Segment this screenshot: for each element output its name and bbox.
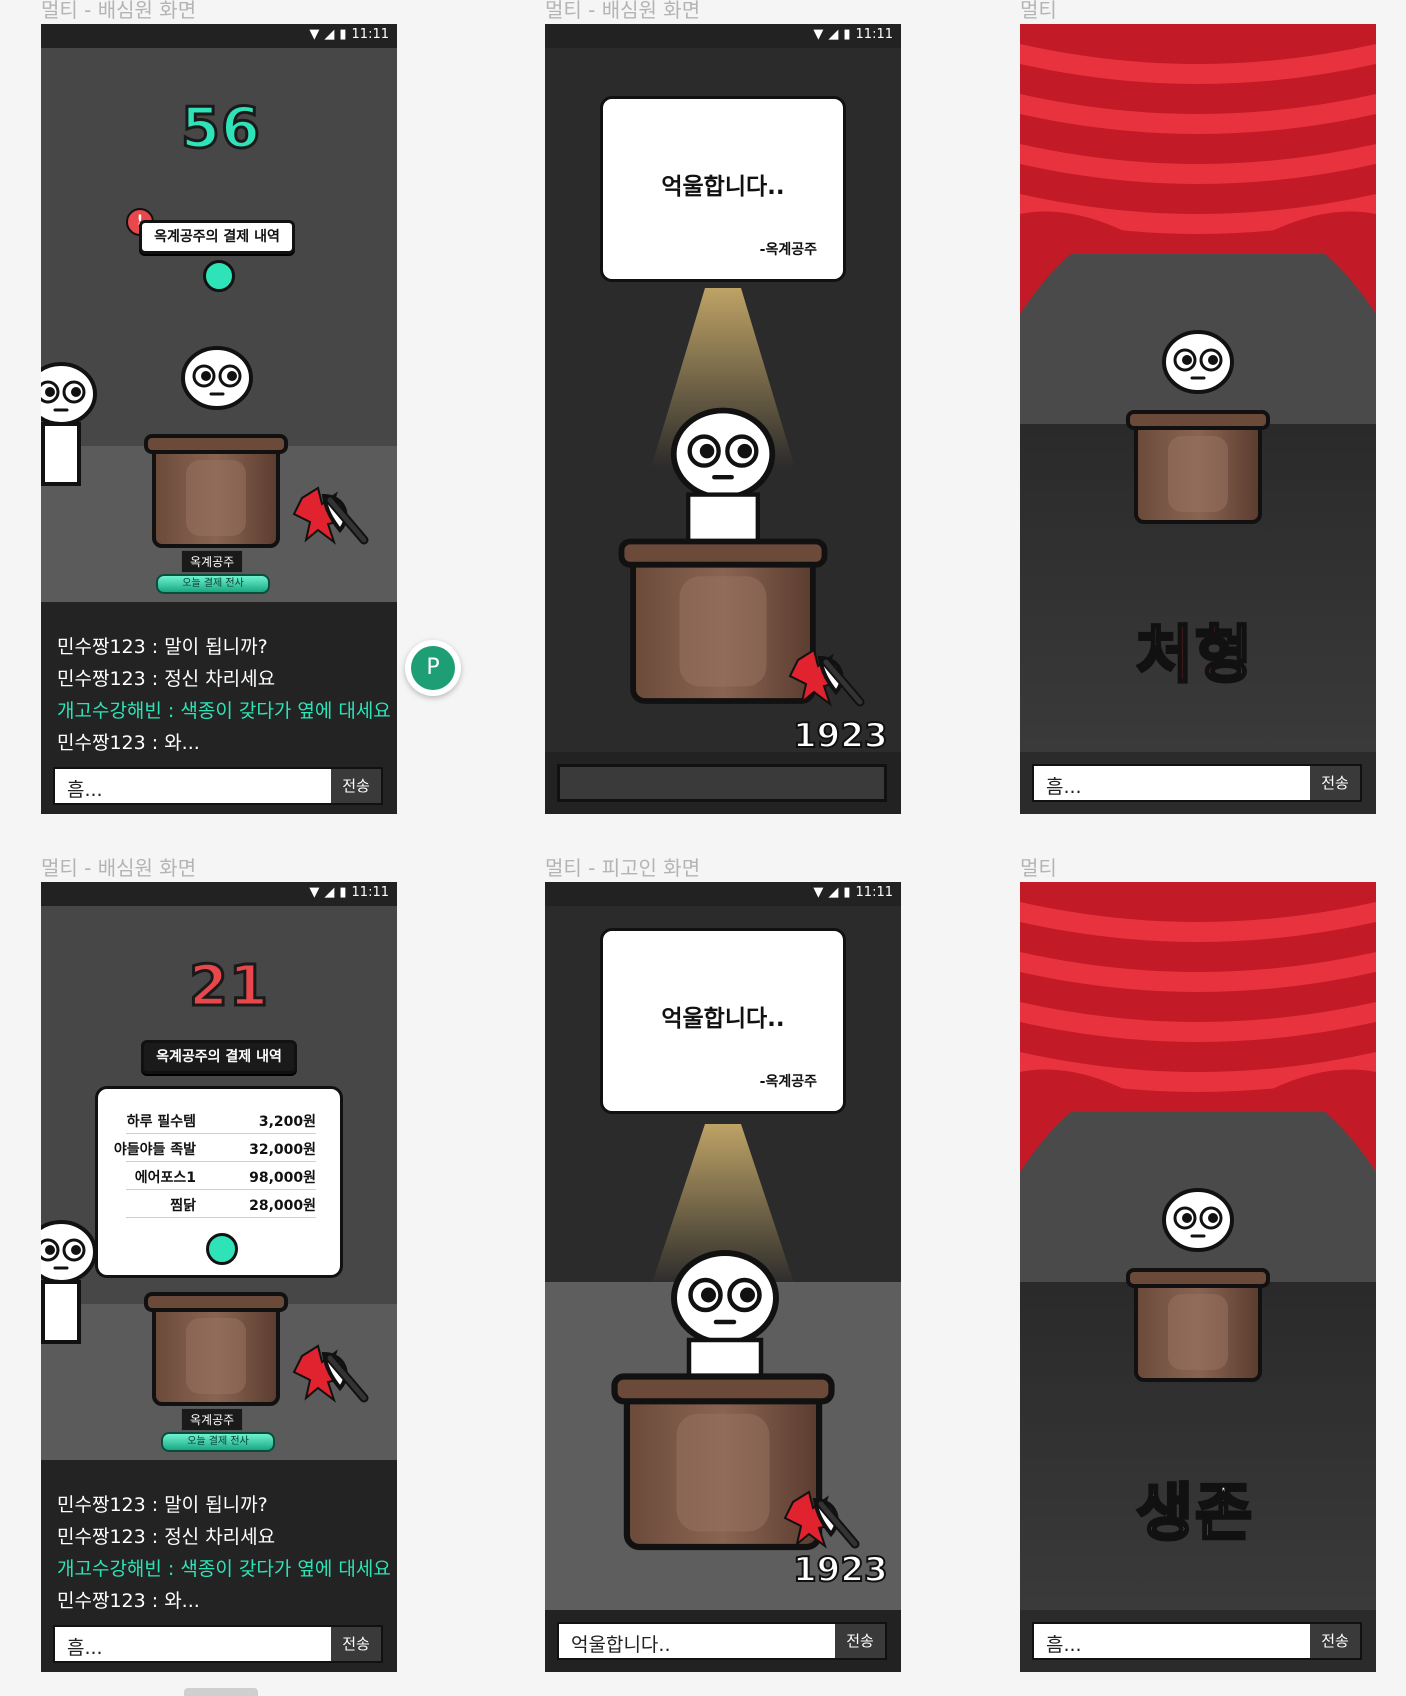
jury-screen-1: ▼◢▮11:11 56 ! 옥계공주의 결제 내역 옥계공주 오늘 결제 전사 … — [41, 24, 397, 814]
chat-input-value[interactable]: 흠... — [67, 775, 103, 802]
payment-row: 찜닭 28,000원 — [126, 1191, 316, 1218]
speech-author: -옥계공주 — [759, 1074, 817, 1090]
input-area: 흠... 전송 — [1020, 752, 1376, 814]
clock: 11:11 — [351, 27, 389, 42]
spotlight-scene: 억울합니다.. -옥계공주 1923 — [545, 906, 901, 1610]
chat-message: 민수짱123 : 말이 됩니까? — [57, 636, 268, 658]
jury-screen-2: ▼ ◢ ▮ 11:11 21 옥계공주의 결제 내역 하루 필수템 3,200원 야들야… — [41, 882, 397, 1672]
send-button[interactable]: 전송 — [835, 1624, 885, 1658]
battery-icon: ▮ — [339, 885, 347, 900]
input-area: 흠... 전송 — [1020, 1610, 1376, 1672]
input-area: 억울합니다.. 전송 — [545, 1610, 901, 1672]
title-badge: 오늘 결제 전사 — [161, 1432, 275, 1452]
chat-message-highlight: 개고수강해빈 : 색종이 갖다가 옆에 대세요 — [57, 1558, 391, 1580]
frame-label: 멀티 - 배심원 화면 — [41, 856, 197, 880]
chat-input[interactable]: 억울합니다.. 전송 — [557, 1622, 887, 1660]
payment-row: 에어포스1 98,000원 — [126, 1163, 316, 1190]
chat-message: 민수짱123 : 말이 됩니까? — [57, 1494, 268, 1516]
scroll-handle[interactable] — [184, 1688, 258, 1696]
frame-label: 멀티 - 배심원 화면 — [545, 0, 701, 22]
speech-text: 억울합니다.. — [661, 1006, 785, 1032]
chat-panel: 민수짱123 : 말이 됩니까? 민수짱123 : 정신 차리세요 개고수강해빈… — [41, 602, 397, 814]
signal-icon: ◢ — [828, 885, 839, 900]
chat-message: 민수짱123 : 정신 차리세요 — [57, 668, 276, 690]
send-button[interactable]: 전송 — [331, 769, 381, 803]
clock: 11:11 — [855, 885, 893, 900]
send-button[interactable]: 전송 — [1310, 766, 1360, 800]
speech-text: 억울합니다.. — [661, 174, 785, 200]
payment-row: 하루 필수템 3,200원 — [126, 1107, 316, 1134]
smile-icon[interactable] — [203, 260, 235, 292]
chat-message-highlight: 개고수강해빈 : 색종이 갖다가 옆에 대세요 — [57, 700, 391, 722]
vote-count: 1923 — [792, 1549, 889, 1591]
payment-list-popup: 하루 필수템 3,200원 야들야들 족발 32,000원 에어포스1 98,000원… — [95, 1086, 343, 1278]
chat-input-value[interactable]: 억울합니다.. — [571, 1630, 670, 1657]
defendant-name: 옥계공주 — [181, 550, 244, 573]
clock: 11:11 — [855, 27, 893, 42]
chat-input[interactable]: 흠... 전송 — [1032, 764, 1362, 802]
defendant-name: 옥계공주 — [181, 1408, 244, 1431]
chat-input-value[interactable]: 흠... — [1046, 1630, 1082, 1657]
status-bar: ▼ ◢ ▮ 11:11 — [41, 24, 397, 48]
battery-icon: ▮ — [843, 885, 851, 900]
send-button[interactable]: 전송 — [1310, 1624, 1360, 1658]
clock: 11:11 — [351, 885, 389, 900]
wifi-icon: ▼ — [813, 27, 824, 42]
payment-history-button[interactable]: 옥계공주의 결제 내역 — [139, 220, 295, 254]
verdict-text: 생존 — [1134, 1475, 1255, 1551]
battery-icon: ▮ — [339, 27, 347, 42]
timer: 56 — [180, 95, 262, 163]
chat-message: 민수짱123 : 와... — [57, 1590, 200, 1612]
payment-row: 야들야들 족발 32,000원 — [114, 1135, 316, 1162]
title-badge: 오늘 결제 전사 — [156, 574, 270, 594]
status-bar: ▼ ◢ ▮ 11:11 — [41, 882, 397, 906]
court-scene: 56 ! 옥계공주의 결제 내역 옥계공주 오늘 결제 전사 — [41, 48, 397, 602]
status-bar: ▼ ◢ ▮ 11:11 — [545, 24, 901, 48]
chat-input[interactable]: 흠... 전송 — [53, 1625, 383, 1663]
wifi-icon: ▼ — [309, 885, 320, 900]
input-area — [545, 752, 901, 814]
send-button[interactable]: 전송 — [331, 1627, 381, 1661]
frame-label: 멀티 — [1020, 856, 1057, 880]
spotlight-scene: 억울합니다.. -옥계공주 1923 — [545, 48, 901, 776]
vote-count: 1923 — [792, 715, 889, 757]
chat-input-value[interactable]: 흠... — [1046, 772, 1082, 799]
signal-icon: ◢ — [828, 27, 839, 42]
chat-input-value[interactable]: 흠... — [67, 1633, 103, 1660]
result-screen-survival: 생존 흠... 전송 — [1020, 882, 1376, 1672]
avatar-button[interactable]: P — [405, 640, 461, 696]
speech-bubble: 억울합니다.. -옥계공주 — [600, 928, 846, 1114]
chat-input-disabled — [557, 764, 887, 802]
defendant-screen-2: ▼ ◢ ▮ 11:11 억울합니다.. -옥계공주 1923 억울합니다.. 전송 — [545, 882, 901, 1672]
signal-icon: ◢ — [324, 27, 335, 42]
chat-message: 민수짱123 : 정신 차리세요 — [57, 1526, 276, 1548]
wifi-icon: ▼ — [813, 885, 824, 900]
timer: 21 — [188, 953, 270, 1021]
status-bar: ▼ ◢ ▮ 11:11 — [545, 882, 901, 906]
chat-input[interactable]: 흠... 전송 — [1032, 1622, 1362, 1660]
court-scene: 21 옥계공주의 결제 내역 하루 필수템 3,200원 야들야들 족발 32,00… — [41, 906, 397, 1460]
chat-panel: 민수짱123 : 말이 됩니까? 민수짱123 : 정신 차리세요 개고수강해빈… — [41, 1460, 397, 1672]
wifi-icon: ▼ — [309, 27, 320, 42]
avatar-letter: P — [411, 646, 455, 690]
payment-history-button[interactable]: 옥계공주의 결제 내역 — [141, 1040, 297, 1074]
chat-input[interactable]: 흠... 전송 — [53, 767, 383, 805]
speech-bubble: 억울합니다.. -옥계공주 — [600, 96, 846, 282]
result-screen-execution: 처형 흠... 전송 — [1020, 24, 1376, 814]
frame-label: 멀티 — [1020, 0, 1057, 22]
verdict-text: 처형 — [1134, 617, 1255, 693]
frame-label: 멀티 - 피고인 화면 — [545, 856, 701, 880]
battery-icon: ▮ — [843, 27, 851, 42]
chat-message: 민수짱123 : 와... — [57, 732, 200, 754]
frame-label: 멀티 - 배심원 화면 — [41, 0, 197, 22]
defendant-screen-1: ▼ ◢ ▮ 11:11 억울합니다.. -옥계공주 1923 — [545, 24, 901, 814]
speech-author: -옥계공주 — [759, 242, 817, 258]
smile-icon[interactable] — [206, 1233, 238, 1265]
signal-icon: ◢ — [324, 885, 335, 900]
